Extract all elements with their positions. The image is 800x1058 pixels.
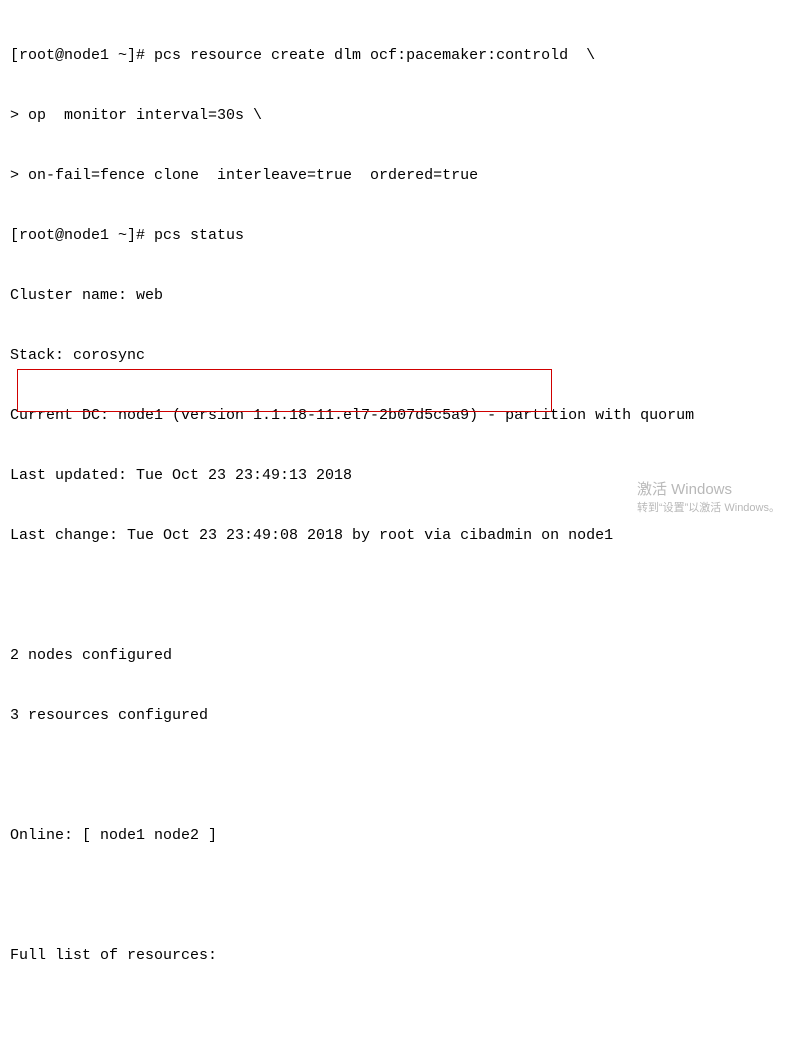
terminal-line: 2 nodes configured xyxy=(10,646,790,666)
terminal-line xyxy=(10,586,790,606)
terminal-line: Current DC: node1 (version 1.1.18-11.el7… xyxy=(10,406,790,426)
terminal-line: Full list of resources: xyxy=(10,946,790,966)
terminal-line xyxy=(10,1006,790,1026)
terminal-line: Cluster name: web xyxy=(10,286,790,306)
terminal-line xyxy=(10,766,790,786)
terminal-line: Last change: Tue Oct 23 23:49:08 2018 by… xyxy=(10,526,790,546)
terminal-line: Online: [ node1 node2 ] xyxy=(10,826,790,846)
terminal-line: [root@node1 ~]# pcs status xyxy=(10,226,790,246)
terminal-line: [root@node1 ~]# pcs resource create dlm … xyxy=(10,46,790,66)
terminal-line xyxy=(10,886,790,906)
terminal-line: 3 resources configured xyxy=(10,706,790,726)
terminal-line: > op monitor interval=30s \ xyxy=(10,106,790,126)
terminal-line: > on-fail=fence clone interleave=true or… xyxy=(10,166,790,186)
terminal-output: [root@node1 ~]# pcs resource create dlm … xyxy=(10,6,790,1058)
terminal-line: Stack: corosync xyxy=(10,346,790,366)
terminal-line: Last updated: Tue Oct 23 23:49:13 2018 xyxy=(10,466,790,486)
